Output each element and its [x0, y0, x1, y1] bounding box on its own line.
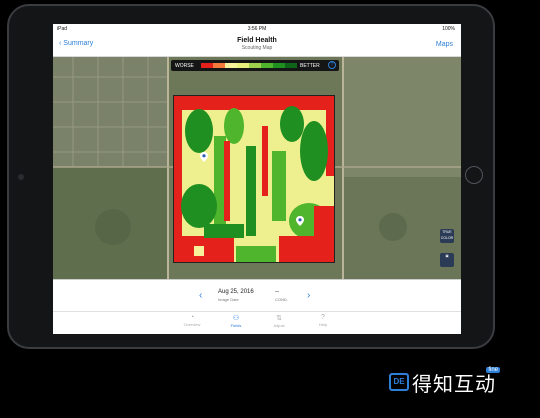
brand-name: 得知互动 [412, 373, 496, 396]
legend-swatch [273, 63, 285, 68]
true-color-button[interactable]: TRUE COLOR [440, 229, 454, 243]
next-date-chevron-icon[interactable]: › [307, 290, 310, 301]
tab-adjust[interactable]: ⇅ Adjust [264, 314, 294, 328]
legend-better-label: BETTER [300, 63, 320, 69]
legend-swatch [213, 63, 225, 68]
fields-icon: ⚇ [232, 315, 240, 322]
nav-title-group: Field Health Scouting Map [53, 37, 461, 51]
tab-overview[interactable]: ◔ Overview [177, 314, 207, 327]
front-camera [18, 174, 24, 180]
watermark-brand: DE 得知互动 fine [389, 367, 500, 396]
camera-icon: ▣ [445, 254, 449, 258]
navigation-bar: ‹ Summary Field Health Scouting Map Maps [53, 34, 461, 57]
legend-worse-label: WORSE [175, 63, 194, 69]
tab-bar: ◔ Overview ⚇ Fields ⇅ Adjust ? Help [53, 311, 461, 334]
true-color-label: TRUE COLOR [440, 230, 454, 240]
tab-help-label: Help [318, 322, 328, 327]
tab-overview-label: Overview [183, 322, 201, 327]
field-health-overlay[interactable] [173, 95, 335, 263]
image-date-label: Image Date [218, 297, 239, 302]
legend-swatch [237, 63, 249, 68]
status-time: 3:56 PM [247, 26, 267, 32]
tab-help[interactable]: ? Help [308, 314, 338, 327]
map-pin-icon[interactable] [296, 216, 304, 226]
health-legend: WORSE BETTER ? [171, 60, 339, 71]
brand-fine-tag: fine [486, 367, 500, 373]
photo-button[interactable]: ▣ [440, 253, 454, 267]
previous-date-chevron-icon[interactable]: ‹ [199, 290, 202, 301]
help-icon[interactable]: ? [328, 61, 336, 69]
condition-label: COND. [275, 297, 288, 302]
page-title: Field Health [237, 37, 277, 44]
home-button[interactable] [465, 166, 483, 184]
page-subtitle: Scouting Map [241, 45, 273, 51]
battery-label: 100% [442, 26, 455, 32]
help-icon: ? [321, 314, 325, 321]
health-heatmap [174, 96, 334, 262]
tab-fields-label: Fields [230, 323, 242, 328]
app-screen: iPad 3:56 PM 100% ‹ Summary Field Health… [53, 24, 461, 334]
tab-adjust-label: Adjust [273, 323, 285, 328]
map-pin-icon[interactable] [200, 152, 208, 162]
legend-swatch [201, 63, 213, 68]
legend-swatch [285, 63, 297, 68]
legend-color-scale [201, 63, 297, 68]
tab-fields[interactable]: ⚇ Fields [221, 314, 251, 328]
adjust-icon: ⇅ [276, 315, 282, 322]
satellite-map[interactable]: WORSE BETTER ? TRUE COLOR ▣ [53, 57, 461, 279]
brand-logo: DE [389, 373, 409, 391]
condition-value: -- [275, 289, 279, 295]
legend-swatch [249, 63, 261, 68]
maps-button[interactable]: Maps [436, 41, 453, 48]
overview-icon: ◔ [189, 314, 195, 321]
legend-swatch [261, 63, 273, 68]
legend-swatch [225, 63, 237, 68]
date-panel: ‹ Aug 25, 2016 Image Date -- COND. › ◔ O… [53, 279, 461, 334]
status-bar: iPad 3:56 PM 100% [53, 24, 461, 34]
image-date-value: Aug 25, 2016 [218, 289, 254, 295]
ipad-device: iPad 3:56 PM 100% ‹ Summary Field Health… [7, 4, 495, 349]
